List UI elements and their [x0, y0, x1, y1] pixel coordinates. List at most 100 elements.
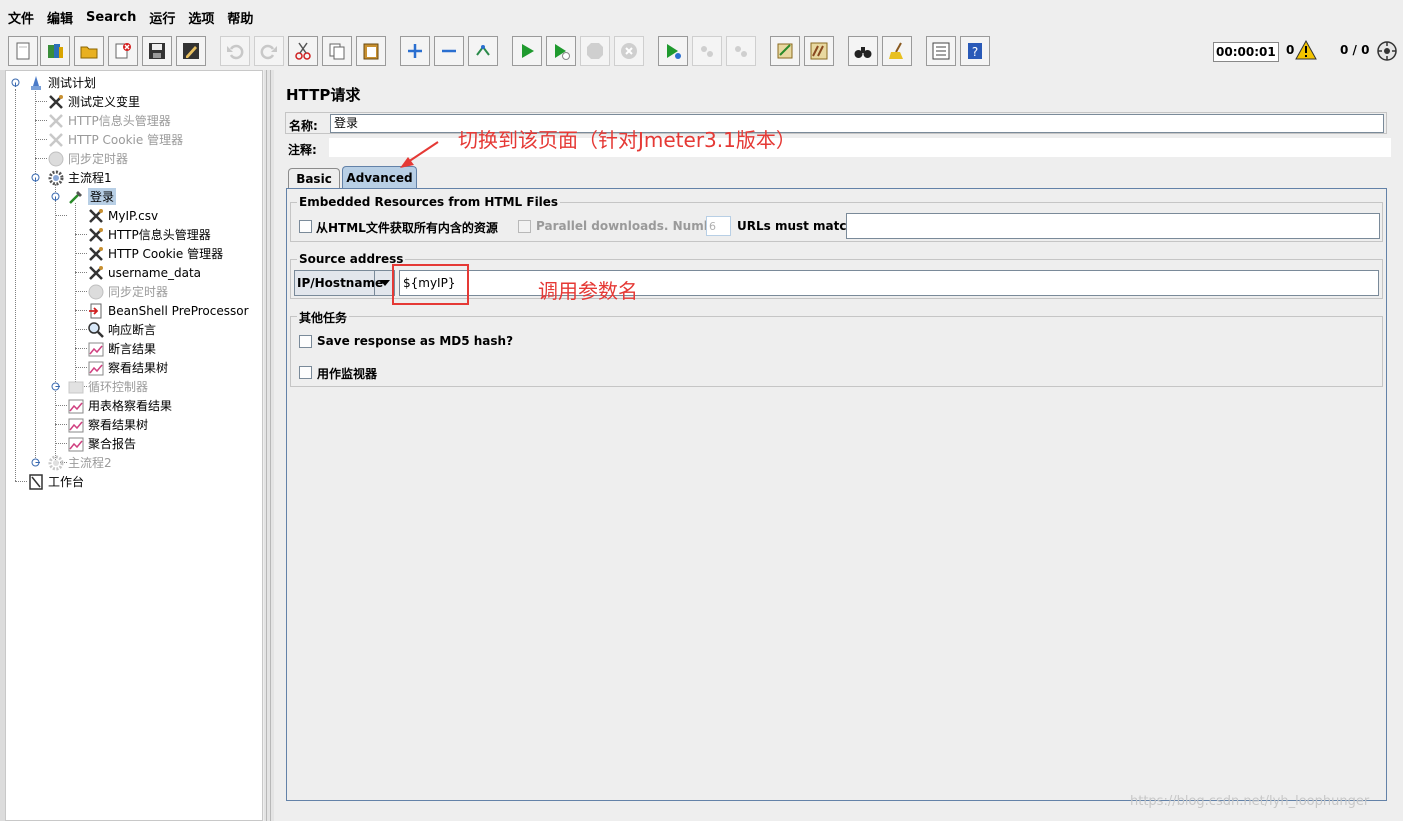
fetch-embedded-checkbox[interactable]: [299, 220, 312, 233]
tree-node-assertion-results[interactable]: 断言结果: [87, 339, 156, 358]
shutdown-button[interactable]: [614, 36, 644, 66]
expand-button[interactable]: [400, 36, 430, 66]
redo-button[interactable]: [254, 36, 284, 66]
reset-search-button[interactable]: [882, 36, 912, 66]
thread-count: 0 / 0: [1340, 43, 1370, 57]
start-no-pause-button[interactable]: [546, 36, 576, 66]
wrench-icon: [89, 265, 103, 280]
tree-node-header-manager-2[interactable]: HTTP信息头管理器: [87, 225, 211, 244]
test-plan-tree: 测试计划 测试定义变里 HTTP信息头管理器 HTTP Cookie 管理器 同…: [5, 70, 263, 821]
menu-help[interactable]: 帮助: [227, 8, 253, 27]
undo-button[interactable]: [220, 36, 250, 66]
tree-guide: [15, 89, 16, 481]
remote-shutdown-button[interactable]: [726, 36, 756, 66]
tree-node-thread-group-1[interactable]: 主流程1: [47, 168, 112, 187]
search-button[interactable]: [848, 36, 878, 66]
close-button[interactable]: [108, 36, 138, 66]
menu-file[interactable]: 文件: [8, 8, 34, 27]
annotation-highlight-box: [392, 264, 469, 305]
tree-node-loop-controller[interactable]: 循环控制器: [67, 377, 148, 396]
tree-node-header-manager[interactable]: HTTP信息头管理器: [47, 111, 171, 130]
md5-hash-checkbox[interactable]: [299, 335, 312, 348]
menu-run[interactable]: 运行: [149, 8, 175, 27]
tree-node-workbench[interactable]: 工作台: [27, 472, 84, 491]
remote-stop-button[interactable]: [692, 36, 722, 66]
copy-button[interactable]: [322, 36, 352, 66]
collapse-toggle-icon[interactable]: [31, 173, 40, 182]
name-row: 名称: 登录: [285, 112, 1387, 134]
menu-options[interactable]: 选项: [188, 8, 214, 27]
menu-search[interactable]: Search: [86, 10, 136, 25]
tree-node-csv-data[interactable]: MyIP.csv: [87, 206, 158, 225]
tree-node-view-results-tree[interactable]: 察看结果树: [87, 358, 168, 377]
tree-node-sync-timer[interactable]: 同步定时器: [47, 149, 128, 168]
loop-controller-icon: [68, 381, 84, 393]
tree-node-sync-timer-2[interactable]: 同步定时器: [87, 282, 168, 301]
source-type-select[interactable]: IP/Hostname: [294, 270, 395, 296]
watermark: https://blog.csdn.net/lyh_loophunger: [1130, 794, 1370, 809]
tree-guide: [75, 203, 76, 388]
expand-toggle-icon[interactable]: [51, 382, 60, 391]
use-as-monitor-checkbox[interactable]: [299, 366, 312, 379]
collapse-toggle-icon[interactable]: [51, 192, 60, 201]
tree-node-username-data[interactable]: username_data: [87, 263, 201, 282]
warning-icon[interactable]: [1295, 40, 1317, 60]
save-as-button[interactable]: [176, 36, 206, 66]
function-helper-button[interactable]: [926, 36, 956, 66]
open-button[interactable]: [74, 36, 104, 66]
menu-bar: 文件 编辑 Search 运行 选项 帮助: [0, 0, 1403, 34]
templates-button[interactable]: [40, 36, 70, 66]
cut-button[interactable]: [288, 36, 318, 66]
preprocessor-icon: [89, 303, 102, 318]
expand-toggle-icon[interactable]: [31, 458, 40, 467]
collapse-toggle-icon[interactable]: [11, 78, 20, 87]
binoculars-icon: [854, 47, 872, 58]
workbench-icon: [29, 473, 43, 490]
parallel-number-input[interactable]: 6: [706, 216, 731, 236]
graph-icon: [68, 437, 84, 451]
remote-play-icon: [667, 44, 681, 59]
tree-branch: [75, 367, 87, 368]
tree-node-view-results-tree-2[interactable]: 察看结果树: [67, 415, 148, 434]
tree-branch: [35, 139, 47, 140]
menu-edit[interactable]: 编辑: [47, 8, 73, 27]
tree-node-response-assertion[interactable]: 响应断言: [87, 320, 156, 339]
panel-title: HTTP请求: [286, 86, 361, 104]
clear-all-button[interactable]: [804, 36, 834, 66]
tree-branch: [15, 481, 27, 482]
parallel-downloads-checkbox[interactable]: [518, 220, 531, 233]
new-button[interactable]: [8, 36, 38, 66]
stop-button[interactable]: [580, 36, 610, 66]
tab-basic[interactable]: Basic: [288, 168, 340, 188]
tree-node-login[interactable]: 登录: [67, 187, 117, 206]
paste-button[interactable]: [356, 36, 386, 66]
tree-branch: [75, 272, 87, 273]
help-button[interactable]: ?: [960, 36, 990, 66]
wrench-icon: [49, 94, 63, 109]
tree-node-beanshell-preprocessor[interactable]: BeanShell PreProcessor: [87, 301, 249, 320]
save-button[interactable]: [142, 36, 172, 66]
tree-node-cookie-manager-2[interactable]: HTTP Cookie 管理器: [87, 244, 223, 263]
toggle-button[interactable]: [468, 36, 498, 66]
tree-node-aggregate-report[interactable]: 聚合报告: [67, 434, 136, 453]
tree-node-cookie-manager[interactable]: HTTP Cookie 管理器: [47, 130, 183, 149]
urls-must-match-label: URLs must match:: [737, 219, 860, 233]
remote-start-button[interactable]: [658, 36, 688, 66]
tree-branch: [55, 424, 67, 425]
urls-must-match-input[interactable]: [846, 213, 1380, 239]
remote-status-icon[interactable]: [1376, 40, 1398, 62]
tree-node-user-variables[interactable]: 测试定义变里: [47, 92, 140, 111]
panel-splitter[interactable]: [264, 70, 274, 821]
source-address-title: Source address: [297, 252, 406, 266]
tree-node-test-plan[interactable]: 测试计划: [27, 73, 96, 92]
start-button[interactable]: [512, 36, 542, 66]
tree-node-view-results-table[interactable]: 用表格察看结果: [67, 396, 172, 415]
toolbar: ? 00:00:01 0 0 / 0: [0, 34, 1403, 68]
collapse-button[interactable]: [434, 36, 464, 66]
wrench-icon: [89, 227, 103, 242]
embedded-resources-group: Embedded Resources from HTML Files 从HTML…: [290, 195, 1383, 242]
elapsed-timer: 00:00:01: [1213, 42, 1279, 62]
tree-node-thread-group-2[interactable]: 主流程2: [47, 453, 112, 472]
clear-button[interactable]: [770, 36, 800, 66]
tree-branch: [75, 310, 87, 311]
